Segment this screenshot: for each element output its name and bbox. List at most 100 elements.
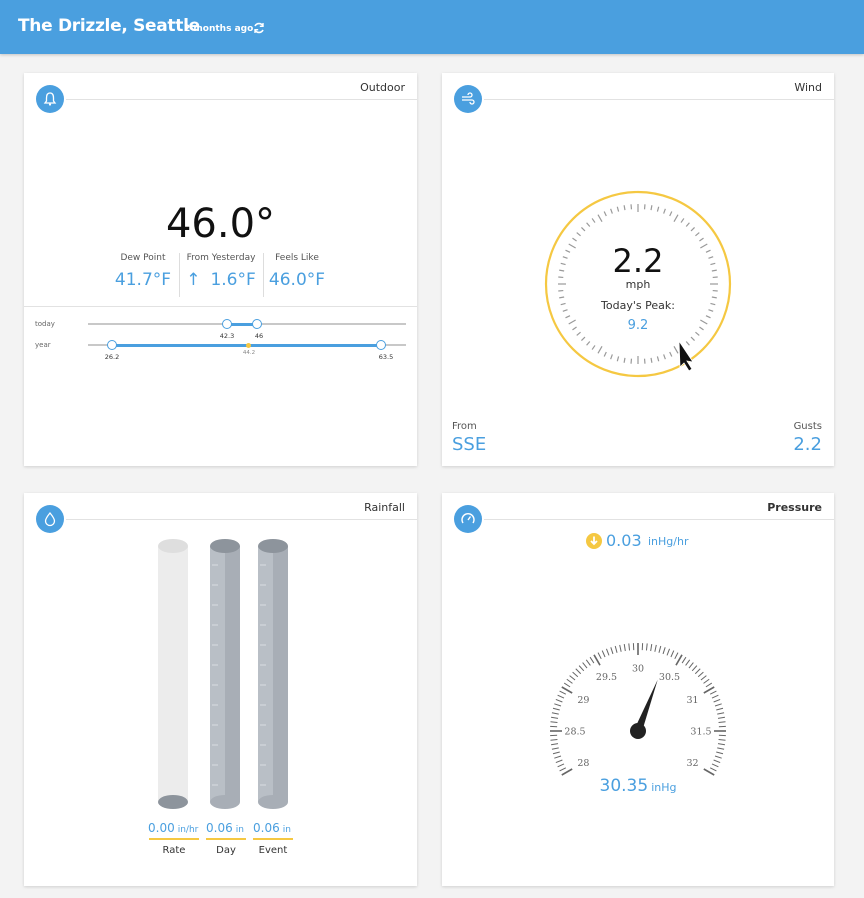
wind-card-title: Wind [794,81,822,94]
last-updated: 2 months ago [184,24,254,34]
wind-tick [576,331,581,336]
today-low-knob[interactable] [222,319,232,329]
outdoor-card: Outdoor 46.0° Dew Point 41.7°F From Yest… [24,73,417,466]
rainfall-card: Rainfall 0.00 in/hr Rate 0.06 in Day 0.0… [24,493,417,886]
pressure-tick [717,712,725,715]
wind-tick [562,309,568,312]
range-divider [24,306,417,307]
pressure-tick [691,665,698,672]
wind-tick [656,356,660,362]
pressure-tick [658,645,662,653]
wind-tick [699,326,704,331]
wind-peak-value: 9.2 [628,318,649,333]
wind-tick [685,341,690,346]
wind-icon[interactable] [454,85,482,113]
wind-tick [623,205,626,211]
pressure-tick [561,686,573,694]
rainfall-card-title: Rainfall [364,501,405,514]
gauge-icon[interactable] [454,505,482,533]
year-high-value: 63.5 [378,353,394,361]
rain-tubes [158,539,288,809]
wind-tick [656,206,660,212]
pressure-dial-label: 30 [632,664,644,675]
wind-tick [581,336,586,341]
pressure-tick [563,682,571,688]
pressure-tick [551,743,559,746]
rain-rate-unit: in/hr [177,825,199,835]
wind-tick [586,341,591,346]
wind-tick [572,326,577,331]
rain-event-label: Event [258,845,288,856]
wind-tick [669,211,673,217]
wind-tick [708,256,714,259]
pressure-tick [593,654,601,666]
wind-tick [616,206,620,212]
drop-icon[interactable] [36,505,64,533]
pressure-dial-label: 29 [577,695,589,706]
pressure-dial-label: 30.5 [659,672,680,683]
refresh-icon[interactable] [252,21,266,35]
wind-tick [562,256,568,259]
wind-tick [603,211,607,217]
pressure-tick [697,671,704,678]
pressure-tick [566,678,573,684]
wind-tick [705,315,711,319]
pressure-tick [597,652,602,660]
pressure-dial-label: 31.5 [690,727,711,738]
wind-tick [700,243,708,249]
wind-tick [572,237,577,242]
temperature-value: 46.0° [165,201,276,247]
today-low-value: 42.3 [219,332,235,340]
wind-gusts-label: Gusts [793,421,822,432]
wind-tick [591,345,596,350]
wind-tick [708,309,714,312]
bell-icon[interactable] [36,85,64,113]
wind-tick [700,319,708,325]
pressure-tick [716,751,724,755]
rain-rate-value-row: 0.00 in/hr [148,821,198,835]
pressure-tick [551,716,559,719]
wind-gusts-value: 2.2 [793,434,822,455]
pressure-card: Pressure 0.03 inHg/hr 28 28.5 29 29.5 30 30.5… [442,493,834,886]
pressure-tick [623,644,626,652]
pressure-unit: inHg [651,781,677,794]
wind-speed-unit: mph [626,278,651,291]
pressure-tick [670,650,675,658]
wind-tick [560,302,566,306]
pressure-tick [711,763,719,768]
pressure-tick [561,768,573,776]
rain-day-underline [206,838,246,840]
pressure-tick [713,759,721,764]
wind-tick [663,354,666,360]
pressure-tick [685,659,691,666]
from-yesterday-value: 1.6°F [210,270,256,290]
wind-tick [711,269,717,272]
year-low-knob[interactable] [107,340,117,350]
pressure-tick [717,747,725,750]
pressure-tick [654,644,657,652]
dew-point-stat: Dew Point 41.7°F [108,253,178,290]
pressure-tick [718,738,726,741]
from-yesterday-label: From Yesterday [186,253,256,263]
station-title[interactable]: The Drizzle, Seattle [18,16,200,36]
wind-tick [690,336,695,341]
wind-tick [695,331,700,336]
wind-tick [597,214,603,222]
today-high-knob[interactable] [252,319,262,329]
year-mid-value: 44.2 [242,350,256,356]
pressure-tick [555,698,563,703]
card-divider [36,519,417,520]
card-divider [36,99,417,100]
wind-tick [623,357,626,363]
arrow-down-icon [586,533,602,549]
feels-like-stat: Feels Like 46.0°F [264,253,330,290]
pressure-tick [716,707,724,711]
wind-tick [560,262,566,266]
wind-tick [591,218,596,223]
pressure-card-title: Pressure [767,501,822,514]
pressure-tick [681,656,687,664]
wind-tick [690,227,695,232]
pressure-tick [619,644,622,652]
year-high-knob[interactable] [376,340,386,350]
pressure-tick [645,643,648,651]
